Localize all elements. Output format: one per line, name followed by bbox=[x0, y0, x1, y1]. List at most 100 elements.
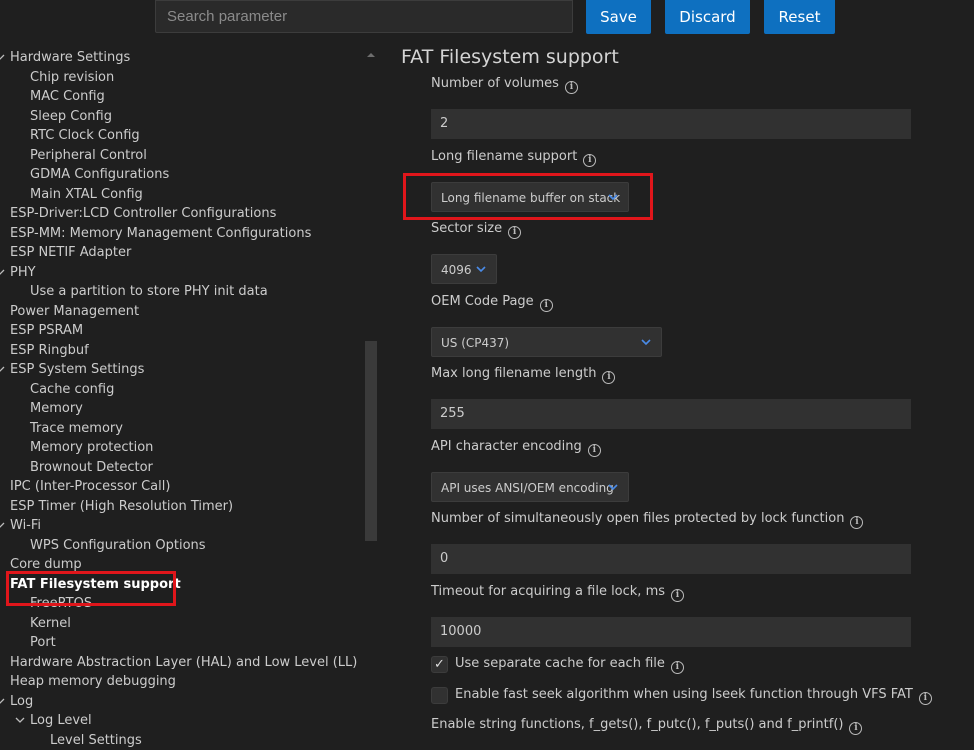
max-lfn-label: Max long filename length i bbox=[431, 366, 616, 384]
chevron-down-icon[interactable] bbox=[0, 516, 10, 535]
tree-item-port[interactable]: Port bbox=[30, 633, 56, 652]
tree-item-peripheral-control[interactable]: Peripheral Control bbox=[30, 146, 147, 165]
tree-item-trace-memory[interactable]: Trace memory bbox=[30, 419, 123, 438]
api-encoding-label: API character encoding i bbox=[431, 439, 601, 457]
tree-item-use-a-partition-to-store-phy-init-data[interactable]: Use a partition to store PHY init data bbox=[30, 282, 268, 301]
scroll-up-arrow-icon[interactable] bbox=[366, 50, 376, 60]
tree-item-label: Memory protection bbox=[30, 440, 154, 455]
api-encoding-select-value: API uses ANSI/OEM encoding bbox=[441, 481, 614, 495]
tree-item-memory[interactable]: Memory bbox=[30, 399, 83, 418]
oem-code-page-select-value: US (CP437) bbox=[441, 336, 510, 350]
info-icon[interactable]: i bbox=[583, 154, 597, 167]
chevron-down-icon bbox=[608, 484, 618, 491]
tree-item-ipc-inter-processor-call[interactable]: IPC (Inter-Processor Call) bbox=[10, 477, 170, 496]
tree-item-main-xtal-config[interactable]: Main XTAL Config bbox=[30, 185, 143, 204]
tree-item-sleep-config[interactable]: Sleep Config bbox=[30, 107, 112, 126]
sector-size-label: Sector size i bbox=[431, 221, 522, 239]
discard-button[interactable]: Discard bbox=[665, 0, 750, 34]
tree-item-phy[interactable]: PHY bbox=[0, 263, 36, 282]
num-volumes-label: Number of volumes i bbox=[431, 76, 578, 94]
tree-item-esp-ringbuf[interactable]: ESP Ringbuf bbox=[10, 341, 89, 360]
info-icon[interactable]: i bbox=[850, 516, 864, 529]
page-title: FAT Filesystem support bbox=[401, 46, 619, 68]
open-files-input[interactable]: 0 bbox=[431, 544, 911, 574]
info-icon[interactable]: i bbox=[918, 692, 932, 705]
reset-button[interactable]: Reset bbox=[764, 0, 835, 34]
chevron-down-icon[interactable] bbox=[10, 711, 30, 730]
tree-item-label: WPS Configuration Options bbox=[30, 537, 206, 553]
tree-item-esp-system-settings[interactable]: ESP System Settings bbox=[0, 360, 144, 379]
tree-item-log[interactable]: Log bbox=[0, 692, 33, 711]
oem-code-page-label: OEM Code Page i bbox=[431, 294, 553, 312]
tree-item-label: ESP PSRAM bbox=[10, 323, 84, 338]
tree-item-label: Log Level bbox=[30, 713, 92, 728]
chevron-down-icon[interactable] bbox=[0, 360, 10, 379]
tree-item-label: Heap memory debugging bbox=[10, 674, 176, 689]
tree-item-level-settings[interactable]: Level Settings bbox=[50, 731, 142, 750]
info-icon[interactable]: i bbox=[670, 661, 684, 674]
info-icon[interactable]: i bbox=[602, 371, 616, 384]
chevron-down-icon[interactable] bbox=[0, 48, 10, 67]
num-volumes-input[interactable]: 2 bbox=[431, 109, 911, 139]
save-button[interactable]: Save bbox=[586, 0, 651, 34]
chevron-down-icon bbox=[641, 339, 651, 346]
tree-item-label: Wi-Fi bbox=[10, 518, 42, 533]
info-icon[interactable]: i bbox=[564, 81, 578, 94]
tree-item-hardware-settings[interactable]: Hardware Settings bbox=[0, 48, 130, 67]
lock-timeout-input[interactable]: 10000 bbox=[431, 617, 911, 647]
tree-item-power-management[interactable]: Power Management bbox=[10, 302, 139, 321]
tree-item-esp-timer-high-resolution-timer[interactable]: ESP Timer (High Resolution Timer) bbox=[10, 497, 233, 516]
tree-item-mac-config[interactable]: MAC Config bbox=[30, 87, 105, 106]
info-icon[interactable]: i bbox=[671, 589, 685, 602]
tree-scrollbar-thumb[interactable] bbox=[365, 341, 377, 541]
tree-item-label: Hardware Abstraction Layer (HAL) and Low… bbox=[10, 654, 358, 670]
tree-item-wps-configuration-options[interactable]: WPS Configuration Options bbox=[30, 536, 206, 555]
tree-item-label: ESP Ringbuf bbox=[10, 342, 89, 358]
max-lfn-input[interactable]: 255 bbox=[431, 399, 911, 429]
tree-item-esp-driver-lcd-controller-configurations[interactable]: ESP-Driver:LCD Controller Configurations bbox=[10, 204, 276, 223]
long-filename-label: Long filename support i bbox=[431, 149, 597, 167]
tree-item-esp-netif-adapter[interactable]: ESP NETIF Adapter bbox=[10, 243, 131, 262]
tree-item-label: ESP NETIF Adapter bbox=[10, 245, 132, 260]
tree-item-label: PHY bbox=[10, 264, 36, 280]
tree-item-kernel[interactable]: Kernel bbox=[30, 614, 71, 633]
lock-timeout-label: Timeout for acquiring a file lock, ms i bbox=[431, 584, 685, 602]
highlight-box-tree-selection bbox=[6, 571, 176, 606]
tree-item-label: Use a partition to store PHY init data bbox=[30, 284, 268, 299]
sector-size-select[interactable]: 4096 bbox=[431, 254, 497, 284]
tree-item-label: ESP Timer (High Resolution Timer) bbox=[10, 498, 234, 514]
api-encoding-select[interactable]: API uses ANSI/OEM encoding bbox=[431, 472, 629, 502]
info-icon[interactable]: i bbox=[508, 226, 522, 239]
tree-item-label: Port bbox=[30, 635, 56, 650]
open-files-label: Number of simultaneously open files prot… bbox=[431, 511, 864, 529]
info-icon[interactable]: i bbox=[539, 299, 553, 312]
tree-item-esp-psram[interactable]: ESP PSRAM bbox=[10, 321, 83, 340]
tree-item-rtc-clock-config[interactable]: RTC Clock Config bbox=[30, 126, 140, 145]
chevron-down-icon[interactable] bbox=[0, 263, 10, 282]
tree-item-label: IPC (Inter-Processor Call) bbox=[10, 479, 171, 494]
tree-item-esp-mm-memory-management-configurations[interactable]: ESP-MM: Memory Management Configurations bbox=[10, 224, 311, 243]
tree-item-log-level[interactable]: Log Level bbox=[10, 711, 92, 730]
tree-item-label: Memory bbox=[30, 401, 83, 416]
tree-item-gdma-configurations[interactable]: GDMA Configurations bbox=[30, 165, 169, 184]
info-icon[interactable]: i bbox=[587, 444, 601, 457]
tree-item-label: Cache config bbox=[30, 381, 115, 397]
tree-item-label: RTC Clock Config bbox=[30, 128, 140, 143]
search-input[interactable] bbox=[155, 0, 573, 33]
tree-item-label: Chip revision bbox=[30, 69, 115, 85]
separate-cache-checkbox[interactable]: ✓ bbox=[431, 656, 448, 673]
tree-item-chip-revision[interactable]: Chip revision bbox=[30, 68, 114, 87]
oem-code-page-select[interactable]: US (CP437) bbox=[431, 327, 662, 357]
tree-item-label: Trace memory bbox=[30, 420, 123, 436]
tree-item-memory-protection[interactable]: Memory protection bbox=[30, 438, 153, 457]
info-icon[interactable]: i bbox=[849, 722, 863, 735]
tree-item-wi-fi[interactable]: Wi-Fi bbox=[0, 516, 41, 535]
sector-size-select-value: 4096 bbox=[441, 263, 472, 277]
tree-item-cache-config[interactable]: Cache config bbox=[30, 380, 114, 399]
tree-item-heap-memory-debugging[interactable]: Heap memory debugging bbox=[10, 672, 176, 691]
tree-item-label: GDMA Configurations bbox=[30, 167, 170, 182]
chevron-down-icon[interactable] bbox=[0, 692, 10, 711]
tree-item-hardware-abstraction-layer-hal-and-low-level-ll[interactable]: Hardware Abstraction Layer (HAL) and Low… bbox=[10, 653, 357, 672]
fast-seek-checkbox[interactable] bbox=[431, 687, 448, 704]
tree-item-brownout-detector[interactable]: Brownout Detector bbox=[30, 458, 153, 477]
